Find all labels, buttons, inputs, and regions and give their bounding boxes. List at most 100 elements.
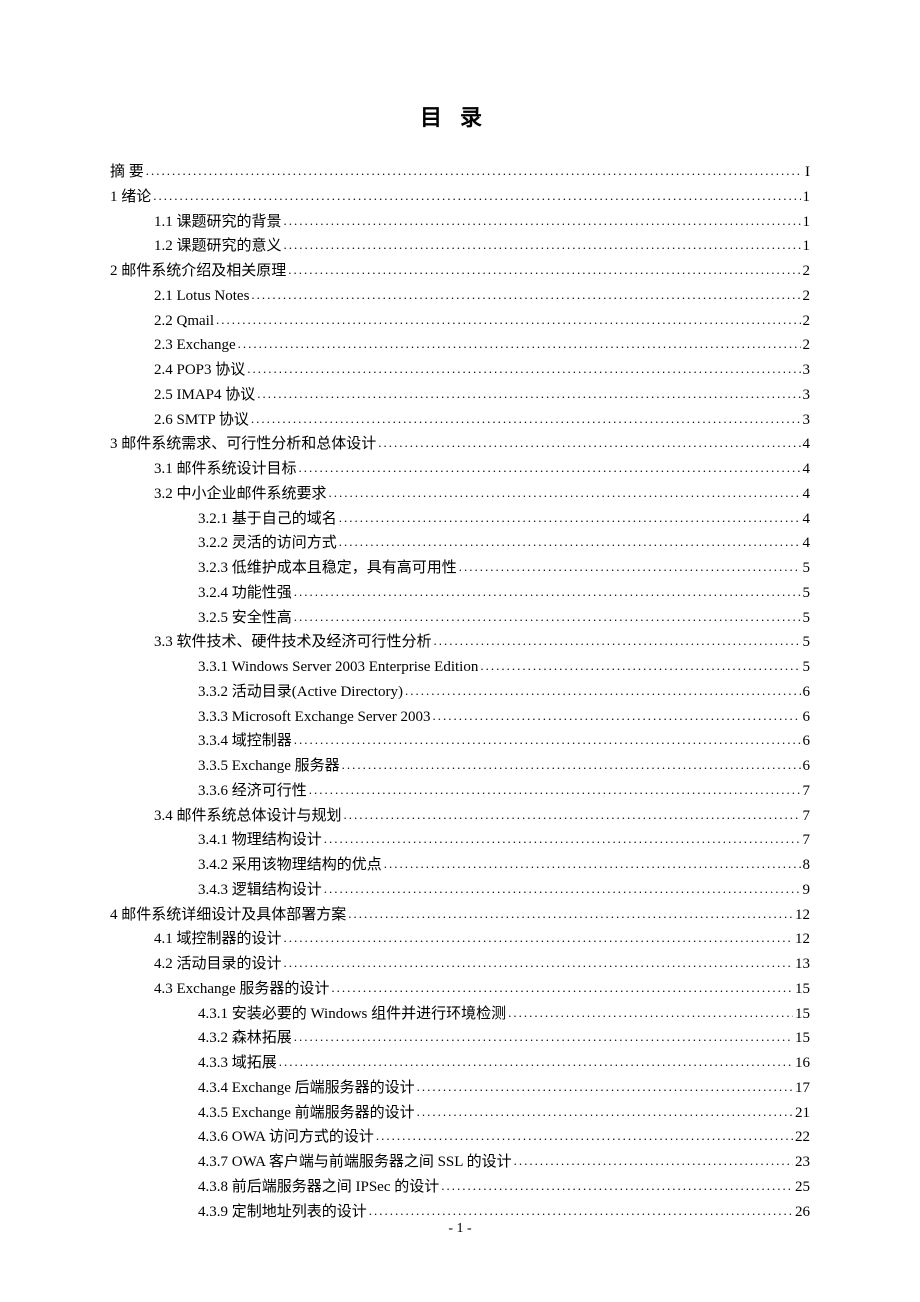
toc-entry[interactable]: 3 邮件系统需求、可行性分析和总体设计4 xyxy=(110,432,810,457)
toc-entry-label: 3.2.2 灵活的访问方式 xyxy=(198,531,337,556)
toc-entry-page: 15 xyxy=(795,1026,810,1051)
toc-entry-page: 4 xyxy=(803,531,811,556)
toc-entry[interactable]: 4.3.8 前后端服务器之间 IPSec 的设计25 xyxy=(110,1175,810,1200)
toc-entry[interactable]: 3.4.1 物理结构设计7 xyxy=(110,828,810,853)
toc-entry[interactable]: 3.4.2 采用该物理结构的优点8 xyxy=(110,853,810,878)
toc-entry[interactable]: 3.3.1 Windows Server 2003 Enterprise Edi… xyxy=(110,655,810,680)
toc-entry-label: 4.1 域控制器的设计 xyxy=(154,927,282,952)
toc-entry[interactable]: 3.3 软件技术、硬件技术及经济可行性分析5 xyxy=(110,630,810,655)
toc-entry-dots xyxy=(294,729,801,750)
toc-entry[interactable]: 3.2.3 低维护成本且稳定，具有高可用性 5 xyxy=(110,556,810,581)
toc-entry-page: 2 xyxy=(803,259,811,284)
toc-entry[interactable]: 3.3.6 经济可行性7 xyxy=(110,779,810,804)
toc-entry-dots xyxy=(257,383,800,404)
toc-entry-label: 3.2.5 安全性高 xyxy=(198,606,292,631)
toc-entry-page: 4 xyxy=(803,482,811,507)
toc-entry[interactable]: 3.2.4 功能性强5 xyxy=(110,581,810,606)
toc-entry-page: 9 xyxy=(803,878,811,903)
toc-entry-label: 2.5 IMAP4 协议 xyxy=(154,383,255,408)
toc-entry-label: 4.3.2 森林拓展 xyxy=(198,1026,292,1051)
toc-entry[interactable]: 4 邮件系统详细设计及具体部署方案12 xyxy=(110,903,810,928)
toc-entry-label: 2.3 Exchange xyxy=(154,333,236,358)
toc-entry[interactable]: 4.3.7 OWA 客户端与前端服务器之间 SSL 的设计23 xyxy=(110,1150,810,1175)
toc-entry-label: 4.3 Exchange 服务器的设计 xyxy=(154,977,329,1002)
toc-entry-dots xyxy=(247,358,800,379)
toc-entry[interactable]: 4.3.2 森林拓展 15 xyxy=(110,1026,810,1051)
toc-entry-dots xyxy=(153,185,800,206)
toc-entry[interactable]: 4.2 活动目录的设计13 xyxy=(110,952,810,977)
toc-entry[interactable]: 2.1 Lotus Notes2 xyxy=(110,284,810,309)
toc-entry-label: 3.4.3 逻辑结构设计 xyxy=(198,878,322,903)
toc-entry[interactable]: 3.3.3 Microsoft Exchange Server 2003 6 xyxy=(110,705,810,730)
toc-entry-dots xyxy=(299,457,801,478)
toc-entry[interactable]: 1.2 课题研究的意义1 xyxy=(110,234,810,259)
toc-entry[interactable]: 4.1 域控制器的设计12 xyxy=(110,927,810,952)
toc-entry-page: 13 xyxy=(795,952,810,977)
toc-entry-dots xyxy=(146,160,803,181)
toc-entry-dots xyxy=(378,432,800,453)
toc-entry-page: 4 xyxy=(803,507,811,532)
toc-entry[interactable]: 3.3.4 域控制器6 xyxy=(110,729,810,754)
toc-entry-dots xyxy=(342,754,801,775)
toc-entry[interactable]: 摘 要I xyxy=(110,160,810,185)
toc-entry[interactable]: 2 邮件系统介绍及相关原理2 xyxy=(110,259,810,284)
toc-entry[interactable]: 1 绪论1 xyxy=(110,185,810,210)
toc-entry-dots xyxy=(251,284,800,305)
toc-entry[interactable]: 2.2 Qmail2 xyxy=(110,309,810,334)
toc-entry[interactable]: 4.3.5 Exchange 前端服务器的设计21 xyxy=(110,1101,810,1126)
toc-entry[interactable]: 1.1 课题研究的背景1 xyxy=(110,210,810,235)
toc-entry-page: 6 xyxy=(803,680,811,705)
toc-entry[interactable]: 3.1 邮件系统设计目标4 xyxy=(110,457,810,482)
toc-entry-dots xyxy=(384,853,801,874)
toc-entry-dots xyxy=(339,507,801,528)
toc-entry-dots xyxy=(348,903,793,924)
toc-entry-label: 摘 要 xyxy=(110,160,144,185)
toc-entry-dots xyxy=(238,333,801,354)
toc-entry-label: 3.2.3 低维护成本且稳定，具有高可用性 xyxy=(198,556,457,581)
toc-title: 目录 xyxy=(110,100,810,132)
toc-entry-dots xyxy=(432,705,800,726)
toc-container: 摘 要 I1 绪论11.1 课题研究的背景11.2 课题研究的意义12 邮件系统介… xyxy=(110,160,810,1224)
toc-entry-dots xyxy=(480,655,800,676)
toc-entry-label: 3.2.1 基于自己的域名 xyxy=(198,507,337,532)
toc-entry[interactable]: 2.4 POP3 协议3 xyxy=(110,358,810,383)
toc-entry-page: 2 xyxy=(803,284,811,309)
toc-entry-dots xyxy=(284,927,793,948)
toc-entry[interactable]: 3.3.2 活动目录(Active Directory)6 xyxy=(110,680,810,705)
toc-entry[interactable]: 2.3 Exchange2 xyxy=(110,333,810,358)
toc-entry-page: 6 xyxy=(803,754,811,779)
toc-entry-page: 12 xyxy=(795,903,810,928)
toc-entry-dots xyxy=(344,804,801,825)
toc-entry-label: 3.4.1 物理结构设计 xyxy=(198,828,322,853)
toc-entry[interactable]: 3.3.5 Exchange 服务器6 xyxy=(110,754,810,779)
toc-entry[interactable]: 4.3.6 OWA 访问方式的设计22 xyxy=(110,1125,810,1150)
toc-entry[interactable]: 4.3.3 域拓展16 xyxy=(110,1051,810,1076)
toc-entry-dots xyxy=(284,234,801,255)
toc-entry[interactable]: 2.6 SMTP 协议3 xyxy=(110,408,810,433)
toc-entry-dots xyxy=(514,1150,793,1171)
toc-entry-page: I xyxy=(805,160,810,185)
toc-entry-dots xyxy=(405,680,801,701)
toc-entry[interactable]: 3.2.5 安全性高5 xyxy=(110,606,810,631)
toc-entry-page: 3 xyxy=(803,358,811,383)
toc-entry[interactable]: 3.4 邮件系统总体设计与规划7 xyxy=(110,804,810,829)
toc-entry[interactable]: 4.3 Exchange 服务器的设计 15 xyxy=(110,977,810,1002)
toc-entry[interactable]: 4.3.4 Exchange 后端服务器的设计17 xyxy=(110,1076,810,1101)
toc-entry[interactable]: 3.2.1 基于自己的域名 4 xyxy=(110,507,810,532)
toc-entry-page: 6 xyxy=(803,705,811,730)
toc-entry-page: 4 xyxy=(803,457,811,482)
toc-entry-label: 1 绪论 xyxy=(110,185,151,210)
toc-entry[interactable]: 2.5 IMAP4 协议3 xyxy=(110,383,810,408)
toc-entry-dots xyxy=(279,1051,793,1072)
toc-entry[interactable]: 3.2.2 灵活的访问方式 4 xyxy=(110,531,810,556)
toc-entry-dots xyxy=(288,259,800,280)
toc-entry[interactable]: 4.3.1 安装必要的 Windows 组件并进行环境检测15 xyxy=(110,1002,810,1027)
toc-entry-page: 15 xyxy=(795,977,810,1002)
toc-entry[interactable]: 3.2 中小企业邮件系统要求4 xyxy=(110,482,810,507)
toc-entry[interactable]: 3.4.3 逻辑结构设计 9 xyxy=(110,878,810,903)
toc-entry-dots xyxy=(216,309,801,330)
toc-entry-dots xyxy=(331,977,793,998)
toc-entry-label: 3.3.3 Microsoft Exchange Server 2003 xyxy=(198,705,430,730)
toc-entry-page: 5 xyxy=(803,655,811,680)
toc-entry-page: 5 xyxy=(803,556,811,581)
